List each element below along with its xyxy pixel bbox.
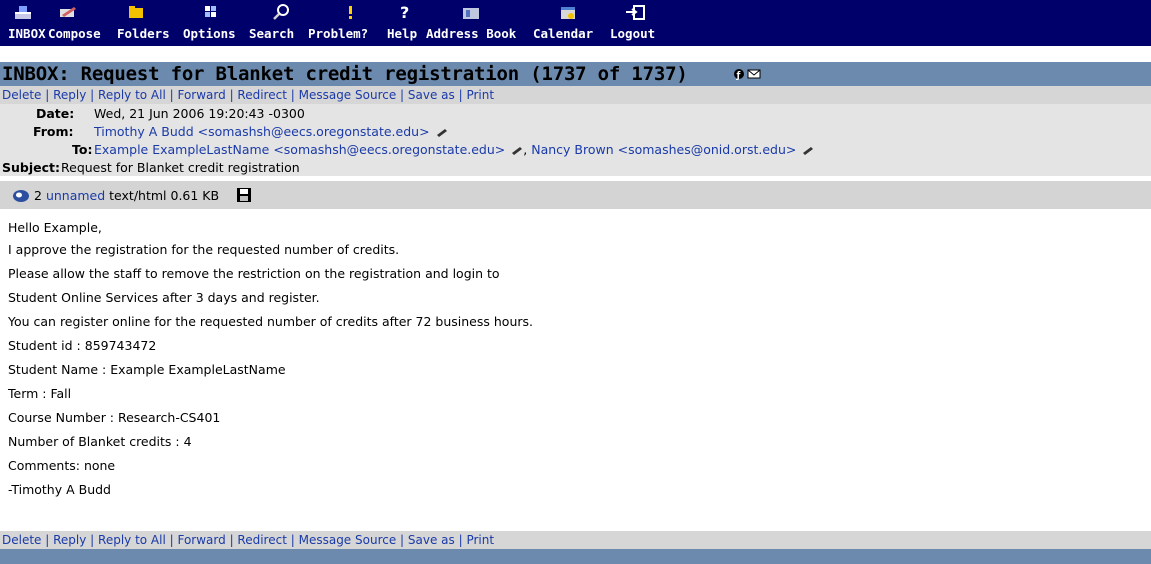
- attachment-size: 0.61 KB: [170, 188, 220, 203]
- message-source-link[interactable]: Message Source: [299, 533, 397, 547]
- add-to-addressbook-icon[interactable]: [511, 146, 523, 155]
- to-address-link-1[interactable]: Example ExampleLastName <somashsh@eecs.o…: [94, 142, 505, 157]
- attachment-type-icon: [13, 190, 29, 202]
- subject-value: Request for Blanket credit registration: [61, 160, 300, 175]
- compose-icon: [60, 7, 76, 17]
- forward-link[interactable]: Forward: [177, 88, 225, 102]
- body-line: Please allow the staff to remove the res…: [8, 266, 500, 281]
- problem-icon: [349, 6, 352, 19]
- nav-problem[interactable]: Problem?: [308, 2, 378, 44]
- body-line: Student id : 859743472: [8, 338, 157, 353]
- reply-link[interactable]: Reply: [53, 533, 86, 547]
- body-line: You can register online for the requeste…: [8, 314, 533, 329]
- delete-link[interactable]: Delete: [2, 88, 41, 102]
- logout-icon: [626, 5, 645, 20]
- body-line: Comments: none: [8, 458, 116, 473]
- attachment-row: 2 unnamed text/html 0.61 KB: [0, 181, 1151, 209]
- body-line: Student Online Services after 3 days and…: [8, 290, 320, 305]
- body-line: Term : Fall: [8, 386, 72, 401]
- options-icon: [205, 6, 216, 17]
- svg-text:?: ?: [400, 3, 409, 22]
- message-source-link[interactable]: Message Source: [299, 88, 397, 102]
- to-label: To:: [72, 142, 93, 157]
- print-link[interactable]: Print: [466, 533, 494, 547]
- message-actions-top: Delete | Reply | Reply to All | Forward …: [0, 86, 1151, 104]
- message-body: Hello Example, I approve the registratio…: [0, 209, 1151, 557]
- message-actions-bottom: Delete | Reply | Reply to All | Forward …: [0, 531, 1151, 549]
- attachment-type: text/html: [109, 188, 167, 203]
- from-row: From: Timothy A Budd <somashsh@eecs.oreg…: [0, 122, 1151, 140]
- nav-inbox[interactable]: INBOX: [8, 2, 46, 44]
- add-to-addressbook-icon[interactable]: [436, 128, 448, 137]
- body-line: I approve the registration for the reque…: [8, 242, 400, 257]
- message-title-bar: INBOX: Request for Blanket credit regist…: [0, 62, 1151, 86]
- nav-options[interactable]: Options: [183, 2, 236, 44]
- nav-search[interactable]: Search: [249, 2, 309, 44]
- nav-address-book[interactable]: Address Book: [426, 2, 516, 44]
- body-line: -Timothy A Budd: [8, 482, 111, 497]
- nav-folders[interactable]: Folders: [117, 2, 170, 44]
- body-line: Hello Example,: [8, 220, 102, 235]
- from-label: From:: [33, 124, 74, 139]
- body-line: Course Number : Research-CS401: [8, 410, 221, 425]
- save-as-link[interactable]: Save as: [408, 533, 455, 547]
- nav-logout[interactable]: Logout: [610, 2, 660, 44]
- subject-row: Subject: Request for Blanket credit regi…: [0, 158, 1151, 176]
- spacer: [0, 46, 1151, 62]
- add-to-addressbook-icon[interactable]: [802, 146, 814, 155]
- footer-bar: [0, 549, 1151, 564]
- help-icon: ?: [400, 3, 409, 22]
- folders-icon: [129, 6, 143, 18]
- print-link[interactable]: Print: [466, 88, 494, 102]
- redirect-link[interactable]: Redirect: [237, 533, 287, 547]
- calendar-icon: [561, 7, 575, 19]
- attachment-name-link[interactable]: unnamed: [46, 188, 105, 203]
- date-value: Wed, 21 Jun 2006 19:20:43 -0300: [94, 106, 305, 121]
- reply-all-link[interactable]: Reply to All: [98, 88, 166, 102]
- body-line: Student Name : Example ExampleLastName: [8, 362, 286, 377]
- nav-help[interactable]: ? Help: [387, 2, 427, 44]
- to-separator: ,: [523, 142, 528, 157]
- redirect-link[interactable]: Redirect: [237, 88, 287, 102]
- to-address-link-2[interactable]: Nancy Brown <somashes@onid.orst.edu>: [531, 142, 796, 157]
- search-icon: [273, 4, 289, 20]
- to-row: To: Example ExampleLastName <somashsh@ee…: [0, 140, 1151, 158]
- forward-link[interactable]: Forward: [177, 533, 225, 547]
- inbox-icon: [15, 6, 31, 19]
- top-navigation-bar: INBOX Compose Folders Options Search Pro…: [0, 0, 1151, 46]
- save-attachment-icon[interactable]: [236, 187, 252, 203]
- date-label: Date:: [36, 106, 75, 121]
- nav-compose[interactable]: Compose: [48, 2, 101, 44]
- body-line: Number of Blanket credits : 4: [8, 434, 192, 449]
- save-as-link[interactable]: Save as: [408, 88, 455, 102]
- from-address-link[interactable]: Timothy A Budd <somashsh@eecs.oregonstat…: [94, 124, 430, 139]
- attachment-number: 2: [34, 188, 42, 203]
- view-options-icon[interactable]: ƒ: [733, 67, 763, 81]
- reply-link[interactable]: Reply: [53, 88, 86, 102]
- date-row: Date: Wed, 21 Jun 2006 19:20:43 -0300: [0, 104, 1151, 122]
- address-book-icon: [463, 8, 479, 19]
- reply-all-link[interactable]: Reply to All: [98, 533, 166, 547]
- message-title: INBOX: Request for Blanket credit regist…: [2, 63, 688, 85]
- nav-calendar[interactable]: Calendar: [533, 2, 603, 44]
- delete-link[interactable]: Delete: [2, 533, 41, 547]
- svg-text:ƒ: ƒ: [736, 71, 741, 81]
- subject-label: Subject:: [2, 160, 60, 175]
